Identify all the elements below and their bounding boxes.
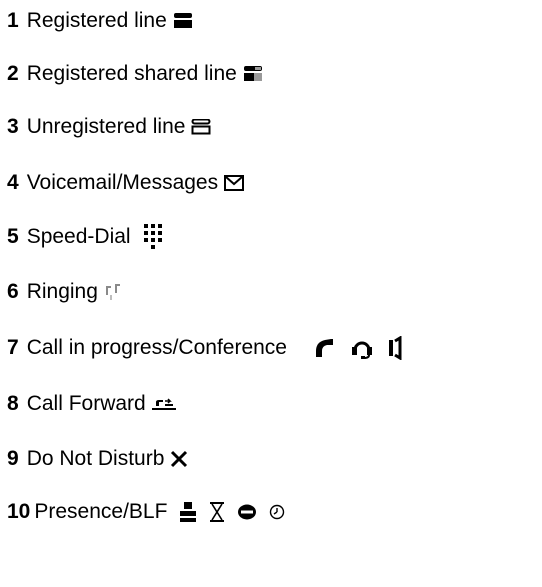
legend-item: 1 Registered line (7, 6, 193, 36)
item-label: Do Not Disturb (26, 447, 165, 470)
legend-item: 8 Call Forward (7, 389, 176, 419)
shared-line-phone-icon (243, 66, 263, 82)
item-number: 5 (7, 225, 19, 248)
envelope-icon (224, 175, 245, 191)
ringing-notes-icon (104, 283, 124, 301)
do-not-disturb-x-icon (170, 450, 188, 468)
item-number: 8 (7, 392, 19, 415)
legend-item: 2 Registered shared line (7, 59, 263, 89)
item-label: Call in progress/Conference (26, 336, 287, 359)
legend-item: 10 Presence/BLF (7, 497, 285, 527)
speaker-icon (387, 336, 405, 360)
item-label: Ringing (26, 280, 98, 303)
legend-item: 5 Speed-Dial (7, 222, 163, 252)
item-label: Registered line (26, 9, 167, 32)
busy-minus-icon (237, 504, 257, 520)
hourglass-icon (209, 502, 225, 522)
headset-icon (351, 337, 373, 359)
call-forward-icon (151, 397, 176, 411)
item-label: Speed-Dial (26, 225, 131, 248)
clock-icon (269, 504, 285, 520)
legend-item: 4 Voicemail/Messages (7, 168, 245, 198)
item-label: Presence/BLF (34, 500, 168, 523)
item-label: Voicemail/Messages (26, 171, 219, 194)
item-label: Registered shared line (26, 62, 237, 85)
legend-item: 6 Ringing (7, 277, 124, 307)
item-label: Unregistered line (26, 115, 186, 138)
item-label: Call Forward (26, 392, 146, 415)
item-number: 2 (7, 62, 19, 85)
keypad-dots-icon (143, 224, 163, 250)
item-number: 3 (7, 115, 19, 138)
item-number: 6 (7, 280, 19, 303)
icon-legend: 1 Registered line 2 Registered shared li… (0, 0, 542, 587)
item-number: 9 (7, 447, 19, 470)
unregistered-line-phone-icon (191, 119, 211, 135)
registered-line-phone-icon (173, 13, 193, 29)
legend-item: 3 Unregistered line (7, 112, 211, 142)
item-number: 1 (7, 9, 19, 32)
presence-person-icon (179, 502, 197, 522)
legend-item: 7 Call in progress/Conference (7, 333, 405, 363)
item-number: 10 (7, 500, 31, 523)
item-number: 7 (7, 336, 19, 359)
item-number: 4 (7, 171, 19, 194)
legend-item: 9 Do Not Disturb (7, 444, 188, 474)
handset-icon (313, 337, 337, 359)
